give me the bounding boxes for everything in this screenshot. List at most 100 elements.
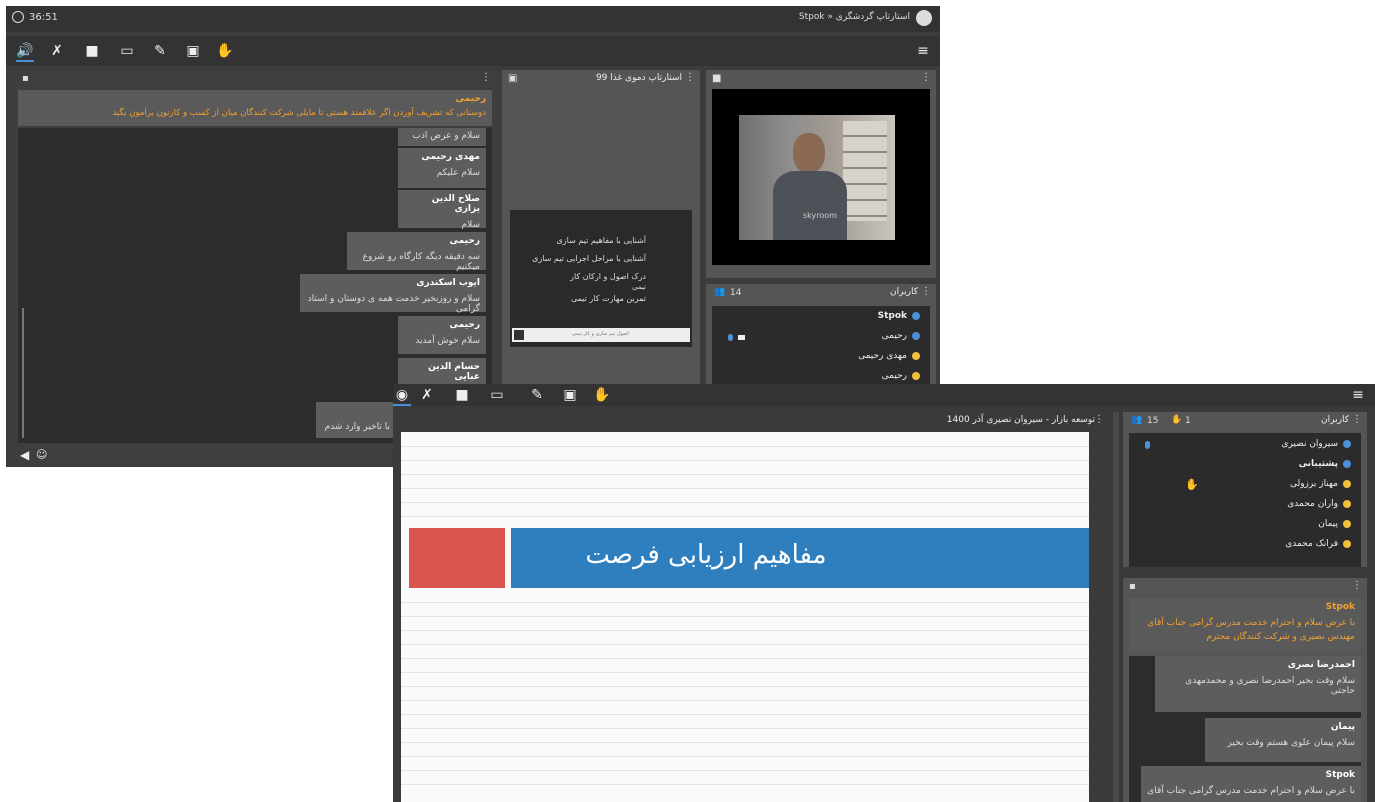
user-icon [912,311,920,320]
user-icon [1343,439,1351,448]
screen-share-icon[interactable]: ▭ [488,386,506,404]
send-icon[interactable]: ◀ [20,448,29,462]
user-item[interactable]: Stpok [878,311,920,321]
video-watermark: skyroom [803,211,837,220]
users-title: کاربران [1321,415,1349,425]
video-camera-icon: ■ [712,73,722,84]
panel-header: 👥 14 کاربران ⋮ [706,284,936,302]
slide-red-block [409,528,505,588]
footer-text: اصول تیم سازی و کار تیمی [572,331,629,337]
user-icon [1343,519,1351,528]
camera-icon[interactable]: ■ [453,386,471,404]
pinned-text: دوستانی که تشریف آوردن اگر علاقمند هستی … [112,108,486,118]
user-icon [912,351,920,360]
presentation-title: توسعه بازار - سیروان نصیری آذر 1400 [946,415,1095,425]
raise-hand-icon[interactable]: ✋ [593,386,611,404]
mic-icon [728,334,733,341]
panel-header: ■ ⋮ [706,70,936,88]
user-item[interactable]: مهناز برزولی [1290,479,1351,489]
pinned-author: رحیمی [455,94,486,104]
user-icon [912,331,920,340]
chat-message: Stpok با عرض سلام و احترام خدمت مدرس گرا… [1141,766,1361,802]
emoji-icon[interactable]: ☺ [36,448,47,461]
user-item[interactable]: رحیمی [882,371,920,381]
user-item[interactable]: سیروان نصیری [1281,439,1351,449]
user-icon [1343,479,1351,488]
chat-message: صلاح الدین یزازی سلام [398,190,486,230]
chat-message: حسام الدین عبایی [398,358,486,384]
users-count: 14 [730,288,742,298]
mic-off-icon[interactable]: ✗ [418,386,436,404]
presentation-icon[interactable]: ▣ [184,42,202,60]
raise-hand-icon[interactable]: ✋ [216,42,234,60]
user-item[interactable]: فرانک محمدی [1285,539,1351,549]
more-options-icon[interactable]: ⋮ [1094,414,1104,425]
user-item[interactable]: پشتیبانی [1299,459,1351,469]
user-icon [1343,499,1351,508]
users-panel: 👥 15 ✋ 1 کاربران ⋮ سیروان نصیری پشتیبانی… [1123,412,1367,567]
camera-icon[interactable]: ■ [83,42,101,60]
user-item[interactable]: رحیمی [882,331,920,341]
video-panel: ■ ⋮ skyroom [706,70,936,278]
users-icon: 👥 [1131,415,1143,425]
users-title: کاربران [890,287,918,297]
chat-icon: ▪ [22,73,29,84]
person-body [773,171,847,240]
title-bar: 36:51 Stpok » استارتاپ گردشگری [6,6,940,32]
hands-count: 1 [1185,416,1191,426]
users-count: 15 [1147,416,1159,426]
presentation-icon: ▣ [508,73,518,84]
camera-icon [738,335,745,340]
mic-off-icon[interactable]: ✗ [48,42,66,60]
speaker-icon[interactable]: 🔊 [16,42,34,62]
pinned-message: رحیمی دوستانی که تشریف آوردن اگر علاقمند… [18,90,492,126]
whiteboard-pen-icon[interactable]: ✎ [151,42,169,60]
room-title: Stpok » استارتاپ گردشگری [798,12,910,22]
chat-icon: ▪ [1129,581,1136,592]
screen-share-icon[interactable]: ▭ [118,42,136,60]
user-item[interactable]: پیمان [1318,519,1351,529]
user-item[interactable]: مهدی رحیمی [858,351,920,361]
hand-icon: ✋ [1171,415,1183,425]
chat-messages: احمدرضا نصری سلام وقت بخیر احمدرضا نصری … [1129,656,1361,802]
chat-message: سلام و عرض ادب [398,128,486,146]
presentation-panel: ▣ استارتاپ دموی غذا 99 ⋮ آشنایی با مفاهی… [502,70,700,390]
video-frame: skyroom [712,89,930,265]
more-options-icon[interactable]: ⋮ [481,72,491,83]
panel-header: توسعه بازار - سیروان نصیری آذر 1400 ⋮ [397,412,1109,430]
slide-line: تمرین مهارت کار تیمی [570,294,646,303]
user-icon [1343,459,1351,468]
menu-icon[interactable]: ≡ [914,42,932,60]
bookshelf [843,121,887,221]
slide: آشنایی با مفاهیم تیم سازی آشنایی با مراح… [510,210,692,347]
panel-header: 👥 15 ✋ 1 کاربران ⋮ [1123,412,1367,430]
more-options-icon[interactable]: ⋮ [1352,580,1362,591]
session-timer: 36:51 [29,12,58,23]
more-options-icon[interactable]: ⋮ [921,72,931,83]
pinned-author: Stpok [1325,602,1355,612]
chat-message: با تاخیر وارد شدم [316,402,396,438]
presentation-icon[interactable]: ▣ [561,386,579,404]
person-head [793,133,825,173]
webcam-image: skyroom [739,115,895,240]
slide-line: تیمی [632,283,646,291]
chat-message: رحیمی سلام خوش آمدید [398,316,486,354]
more-options-icon[interactable]: ⋮ [921,286,931,297]
pinned-message: Stpok با عرض سلام و احترام خدمت مدرس گرا… [1129,598,1361,652]
more-options-icon[interactable]: ⋮ [1352,414,1362,425]
toolbar: ◉ ✗ ■ ▭ ✎ ▣ ✋ ≡ [393,384,1375,406]
mic-icon [1145,441,1150,449]
whiteboard-pen-icon[interactable]: ✎ [528,386,546,404]
panel-header: ▣ استارتاپ دموی غذا 99 ⋮ [502,70,700,88]
user-icon [1343,539,1351,548]
speaker-icon[interactable]: ◉ [393,386,411,406]
users-list: سیروان نصیری پشتیبانی مهناز برزولی واران… [1129,433,1361,567]
user-item[interactable]: واران محمدی [1287,499,1351,509]
meeting-window-front: ◉ ✗ ■ ▭ ✎ ▣ ✋ ≡ توسعه بازار - سیروان نصی… [393,384,1375,802]
more-options-icon[interactable]: ⋮ [685,72,695,83]
menu-icon[interactable]: ≡ [1349,386,1367,404]
scrollbar[interactable] [22,308,24,438]
pinned-text: با عرض سلام و احترام خدمت مدرس گرامی جنا… [1147,618,1355,642]
account-icon[interactable] [916,10,932,26]
footer-logo [514,330,524,340]
